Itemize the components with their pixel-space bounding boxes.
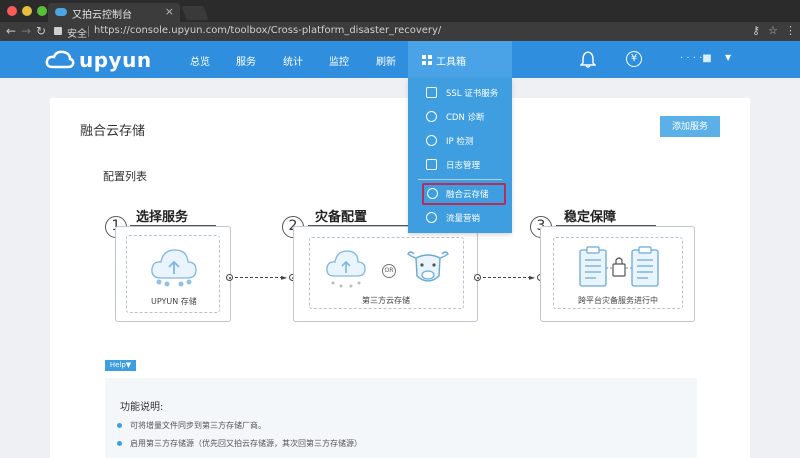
cow-icon xyxy=(407,251,449,282)
close-window-icon[interactable] xyxy=(7,6,17,16)
certificate-icon xyxy=(426,87,437,98)
yen-billing-icon[interactable]: ¥ xyxy=(626,51,642,67)
grid-icon xyxy=(422,55,432,65)
connector-arrow-icon: ► xyxy=(529,273,536,282)
address-bar: ← → ↻ 安全 https://console.upyun.com/toolb… xyxy=(0,22,800,41)
menu-item-logs[interactable]: 日志管理 xyxy=(408,154,512,176)
menu-divider xyxy=(418,179,502,180)
back-arrow-icon[interactable]: ← xyxy=(6,24,16,38)
menu-item-label: 融合云存储 xyxy=(446,190,489,200)
app-header: upyun 总览 服务 统计 监控 刷新 工具箱 ¥ · · · ·■ ▼ xyxy=(0,41,800,78)
connector-2: ► xyxy=(474,273,544,283)
main-card: 融合云存储 添加服务 配置列表 1 选择服务 UPYUN 存储 ► 2 灾备配置 xyxy=(50,98,750,458)
menu-dots-icon[interactable]: ⋮ xyxy=(785,24,796,37)
section-title: 配置列表 xyxy=(103,170,147,183)
menu-item-label: CDN 诊断 xyxy=(446,113,485,123)
step-1-inner: UPYUN 存储 xyxy=(126,235,220,313)
menu-item-label: SSL 证书服务 xyxy=(446,89,499,99)
menu-item-fusion-storage[interactable]: 融合云存储 xyxy=(422,183,506,205)
menu-item-ip[interactable]: IP 检测 xyxy=(408,130,512,152)
step-2-box: OR 第三方云存储 xyxy=(293,226,478,322)
chevron-down-icon[interactable]: ▼ xyxy=(725,53,731,62)
connector-1: ► xyxy=(226,273,296,283)
nav-overview[interactable]: 总览 xyxy=(190,53,210,68)
step-3-caption: 跨平台灾备服务进行中 xyxy=(578,296,658,305)
browser-tab[interactable]: 又拍云控制台 × xyxy=(48,3,180,22)
connector-line xyxy=(235,277,283,278)
page-title: 融合云存储 xyxy=(80,124,146,139)
connector-line xyxy=(483,277,531,278)
nav-monitor[interactable]: 监控 xyxy=(329,53,349,68)
help-title: 功能说明: xyxy=(120,402,164,413)
menu-item-label: 流量营销 xyxy=(446,214,481,224)
nav-toolbox[interactable]: 工具箱 xyxy=(408,41,512,78)
nav-refresh[interactable]: 刷新 xyxy=(376,53,396,68)
nav-statistics[interactable]: 统计 xyxy=(283,53,303,68)
toolbox-dropdown-menu: SSL 证书服务 CDN 诊断 IP 检测 日志管理 融合云存储 流量营销 xyxy=(408,78,512,233)
favicon-cloud-icon xyxy=(55,8,67,16)
tab-title: 又拍云控制台 xyxy=(72,10,132,21)
step-3-inner: 跨平台灾备服务进行中 xyxy=(553,237,683,309)
menu-item-ssl[interactable]: SSL 证书服务 xyxy=(408,82,512,104)
third-party-cloud-icon xyxy=(326,250,366,288)
help-item-2: 启用第三方存储源（优先回又拍云存储源，其次回第三方存储源） xyxy=(130,439,362,448)
nav-toolbox-label: 工具箱 xyxy=(436,57,466,68)
tab-close-icon[interactable]: × xyxy=(165,5,174,18)
bullet-icon xyxy=(117,423,122,428)
star-icon[interactable]: ☆ xyxy=(768,24,778,37)
maximize-window-icon[interactable] xyxy=(37,6,47,16)
cloud-upload-icon xyxy=(427,188,438,199)
step-2-inner: OR 第三方云存储 xyxy=(309,237,464,309)
menu-item-label: IP 检测 xyxy=(446,137,474,147)
menu-item-label: 日志管理 xyxy=(446,161,481,171)
logo-text[interactable]: upyun xyxy=(79,48,152,72)
connector-dot xyxy=(474,274,481,281)
reload-icon[interactable]: ↻ xyxy=(36,24,46,38)
clipboards-shield-icon xyxy=(579,246,659,287)
step-2-caption: 第三方云存储 xyxy=(362,296,410,305)
user-account[interactable]: · · · ·■ xyxy=(680,53,712,64)
connector-dot xyxy=(226,274,233,281)
lock-icon xyxy=(54,27,62,35)
url-field[interactable]: https://console.upyun.com/toolbox/Cross-… xyxy=(94,25,441,36)
new-tab-button[interactable] xyxy=(181,6,209,20)
bell-icon[interactable] xyxy=(580,51,596,68)
menu-item-cdn[interactable]: CDN 诊断 xyxy=(408,106,512,128)
pie-chart-icon xyxy=(426,212,437,223)
step-3-box: 跨平台灾备服务进行中 xyxy=(540,226,695,322)
step-1-title: 选择服务 xyxy=(136,210,189,225)
pulse-icon xyxy=(426,111,437,122)
document-icon xyxy=(426,159,437,170)
upyun-logo-icon[interactable] xyxy=(45,50,75,70)
help-toggle[interactable]: Help▼ xyxy=(105,360,136,371)
minimize-window-icon[interactable] xyxy=(22,6,32,16)
help-item-1: 可将增量文件同步到第三方存储厂商。 xyxy=(130,421,266,430)
compass-icon xyxy=(426,135,437,146)
step-1-caption: UPYUN 存储 xyxy=(151,297,197,306)
bullet-icon xyxy=(117,441,122,446)
or-badge: OR xyxy=(382,264,396,278)
step-3-title: 稳定保障 xyxy=(564,210,617,225)
help-panel: 功能说明: 可将增量文件同步到第三方存储厂商。 启用第三方存储源（优先回又拍云存… xyxy=(105,378,697,458)
menu-item-traffic-marketing[interactable]: 流量营销 xyxy=(408,207,512,229)
key-icon[interactable]: ⚷ xyxy=(752,24,760,37)
step-2-title: 灾备配置 xyxy=(315,210,368,225)
add-service-button[interactable]: 添加服务 xyxy=(660,116,720,137)
browser-tab-bar: 又拍云控制台 × xyxy=(0,0,800,22)
step-1-box: UPYUN 存储 xyxy=(115,226,231,322)
connector-arrow-icon: ► xyxy=(281,273,288,282)
nav-services[interactable]: 服务 xyxy=(236,53,256,68)
secure-label: 安全 xyxy=(67,29,87,40)
cloud-storage-icon xyxy=(151,249,197,287)
url-separator xyxy=(88,26,89,37)
forward-arrow-icon[interactable]: → xyxy=(21,24,31,38)
